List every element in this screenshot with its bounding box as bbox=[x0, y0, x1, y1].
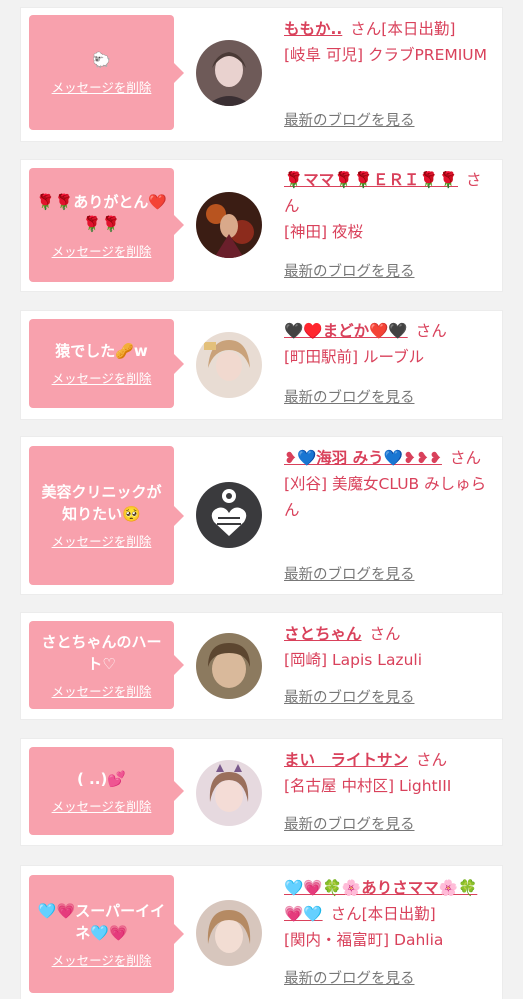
latest-blog-link[interactable]: 最新のブログを見る bbox=[284, 386, 415, 407]
sender-name-link[interactable]: まい ライトサン bbox=[284, 751, 408, 769]
message-text: 🐑 bbox=[92, 51, 111, 69]
message-card: 🩵💗スーパーイイネ🩵💗 メッセージを削除 🩵💗🍀🌸ありさママ🌸🍀💗🩵 さん[本日出… bbox=[21, 866, 502, 999]
avatar[interactable] bbox=[196, 192, 262, 258]
sender-info: ももか.. さん[本日出勤] [岐阜 可児] クラブPREMIUM bbox=[284, 16, 490, 68]
work-status: [本日出勤] bbox=[361, 905, 436, 923]
message-text: 猿でした🥜w bbox=[55, 342, 148, 360]
work-status: [本日出勤] bbox=[381, 20, 456, 38]
sender-name-link[interactable]: 🖤♥️まどか❤️🖤 bbox=[284, 322, 408, 340]
shop-name: [刈谷] 美魔女CLUB みしゅらん bbox=[284, 475, 487, 519]
message-card: さとちゃんのハート♡ メッセージを削除 さとちゃん さん [岡崎] Lapis L… bbox=[21, 613, 502, 719]
honorific: さん bbox=[350, 20, 382, 38]
shop-name: [岐阜 可児] クラブPREMIUM bbox=[284, 46, 488, 64]
message-list: 🐑 メッセージを削除 ももか.. さん[本日出勤] [岐阜 可児] クラブPREM… bbox=[0, 0, 523, 999]
shop-name: [関内・福富町] Dahlia bbox=[284, 931, 444, 949]
delete-message-link[interactable]: メッセージを削除 bbox=[52, 681, 152, 700]
sender-info: さとちゃん さん [岡崎] Lapis Lazuli bbox=[284, 621, 490, 673]
shop-name: [名古屋 中村区] LightIII bbox=[284, 777, 452, 795]
sender-info: まい ライトサン さん [名古屋 中村区] LightIII bbox=[284, 747, 490, 799]
delete-message-link[interactable]: メッセージを削除 bbox=[52, 531, 152, 550]
sender-info: 🖤♥️まどか❤️🖤 さん [町田駅前] ルーブル bbox=[284, 318, 490, 370]
latest-blog-link[interactable]: 最新のブログを見る bbox=[284, 686, 415, 707]
delete-message-link[interactable]: メッセージを削除 bbox=[52, 368, 152, 387]
delete-message-link[interactable]: メッセージを削除 bbox=[52, 796, 152, 815]
shop-name: [岡崎] Lapis Lazuli bbox=[284, 651, 423, 669]
message-card: 🐑 メッセージを削除 ももか.. さん[本日出勤] [岐阜 可児] クラブPREM… bbox=[21, 8, 502, 141]
delete-message-link[interactable]: メッセージを削除 bbox=[52, 950, 152, 969]
message-bubble: 美容クリニックが知りたい🥺 メッセージを削除 bbox=[29, 446, 184, 585]
message-card: 美容クリニックが知りたい🥺 メッセージを削除 ❥💙海羽 みう💙❥❥❥ さん [刈谷… bbox=[21, 437, 502, 594]
message-text: ( ..)💕 bbox=[76, 769, 126, 788]
message-text: 🩵💗スーパーイイネ🩵💗 bbox=[37, 901, 166, 942]
avatar[interactable] bbox=[196, 900, 262, 966]
message-card: ( ..)💕 メッセージを削除 まい ライトサン さん [名古屋 中村区] Lig… bbox=[21, 739, 502, 845]
message-card: 猿でした🥜w メッセージを削除 🖤♥️まどか❤️🖤 さん [町田駅前] ルーブル … bbox=[21, 311, 502, 419]
message-bubble: 🩵💗スーパーイイネ🩵💗 メッセージを削除 bbox=[29, 875, 184, 993]
sender-info: 🌹ママ🌹🌹ＥＲＩ🌹🌹 さん [神田] 夜桜 bbox=[284, 167, 490, 245]
latest-blog-link[interactable]: 最新のブログを見る bbox=[284, 967, 415, 988]
delete-message-link[interactable]: メッセージを削除 bbox=[52, 77, 152, 96]
message-card: 🌹🌹ありがとん❤️🌹🌹 メッセージを削除 🌹ママ🌹🌹ＥＲＩ🌹🌹 さん [神田] 夜… bbox=[21, 160, 502, 291]
latest-blog-link[interactable]: 最新のブログを見る bbox=[284, 563, 415, 584]
message-bubble: さとちゃんのハート♡ メッセージを削除 bbox=[29, 621, 184, 709]
sender-name-link[interactable]: さとちゃん bbox=[284, 625, 362, 643]
shop-name: [神田] 夜桜 bbox=[284, 223, 364, 241]
honorific: さん bbox=[369, 625, 401, 643]
latest-blog-link[interactable]: 最新のブログを見る bbox=[284, 260, 415, 281]
latest-blog-link[interactable]: 最新のブログを見る bbox=[284, 109, 415, 130]
avatar[interactable] bbox=[196, 482, 262, 548]
honorific: さん bbox=[415, 322, 447, 340]
delete-message-link[interactable]: メッセージを削除 bbox=[52, 241, 152, 260]
honorific: さん bbox=[416, 751, 448, 769]
message-bubble: 🐑 メッセージを削除 bbox=[29, 15, 184, 130]
latest-blog-link[interactable]: 最新のブログを見る bbox=[284, 813, 415, 834]
message-text: 美容クリニックが知りたい🥺 bbox=[41, 483, 162, 523]
honorific: さん bbox=[330, 905, 362, 923]
avatar[interactable] bbox=[196, 760, 262, 826]
honorific: さん bbox=[449, 449, 481, 467]
avatar[interactable] bbox=[196, 40, 262, 106]
sender-info: 🩵💗🍀🌸ありさママ🌸🍀💗🩵 さん[本日出勤] [関内・福富町] Dahlia bbox=[284, 875, 490, 953]
message-text: さとちゃんのハート♡ bbox=[41, 632, 162, 673]
sender-name-link[interactable]: 🌹ママ🌹🌹ＥＲＩ🌹🌹 bbox=[284, 171, 458, 189]
shop-name: [町田駅前] ルーブル bbox=[284, 348, 425, 366]
avatar[interactable] bbox=[196, 633, 262, 699]
message-bubble: 猿でした🥜w メッセージを削除 bbox=[29, 319, 184, 408]
sender-info: ❥💙海羽 みう💙❥❥❥ さん [刈谷] 美魔女CLUB みしゅらん bbox=[284, 445, 490, 523]
sender-name-link[interactable]: ❥💙海羽 みう💙❥❥❥ bbox=[284, 449, 442, 467]
message-bubble: 🌹🌹ありがとん❤️🌹🌹 メッセージを削除 bbox=[29, 168, 184, 282]
sender-name-link[interactable]: ももか.. bbox=[284, 20, 342, 38]
message-bubble: ( ..)💕 メッセージを削除 bbox=[29, 747, 184, 835]
message-text: 🌹🌹ありがとん❤️🌹🌹 bbox=[35, 192, 168, 233]
avatar[interactable] bbox=[196, 332, 262, 398]
